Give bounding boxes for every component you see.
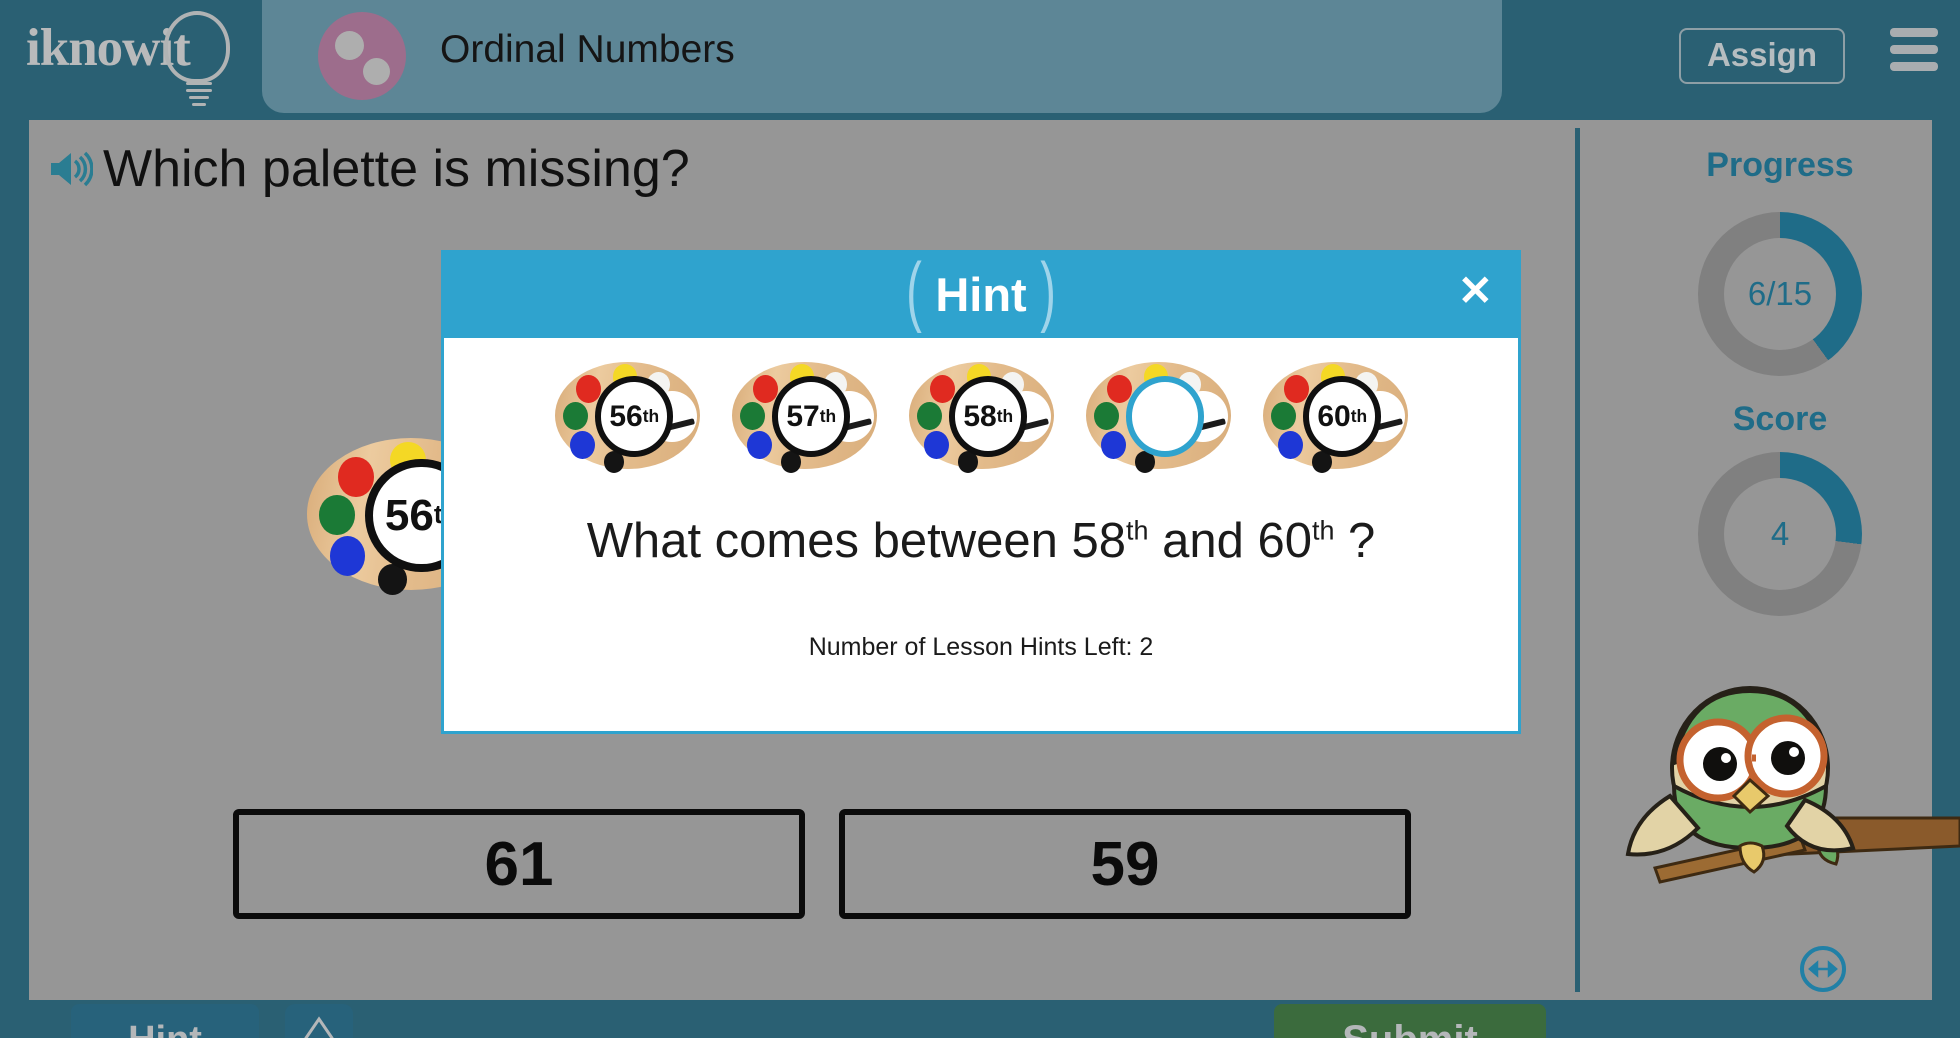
- palette-number: 56th: [595, 376, 674, 457]
- scratchpad-button[interactable]: [285, 1004, 353, 1038]
- progress-label: Progress: [1706, 146, 1854, 184]
- lesson-pill: Ordinal Numbers: [262, 0, 1502, 113]
- hamburger-menu-icon[interactable]: [1890, 28, 1938, 72]
- hint-palette-row: 56th 57th 58th 60th: [444, 348, 1518, 483]
- progress-value: 6/15: [1724, 238, 1836, 350]
- hint-palette-5: 60th: [1262, 355, 1408, 477]
- hints-left-text: Number of Lesson Hints Left: 2: [808, 633, 1154, 661]
- palette-number: 60th: [1303, 376, 1382, 457]
- question-text: Which palette is missing?: [103, 140, 690, 198]
- app-root: iknowit Ordinal Numbers Assign Which pal…: [0, 0, 1960, 1038]
- hint-modal: ( Hint ) ✕ 56th 57th 58th 60th What comes b…: [441, 250, 1521, 734]
- question-row: Which palette is missing?: [47, 134, 690, 204]
- hint-palette-1: 56th: [554, 355, 700, 477]
- close-icon[interactable]: ✕: [1458, 270, 1493, 312]
- dots-circle-icon: [318, 12, 406, 100]
- hint-question: What comes between 58th and 60th ?: [586, 514, 1376, 568]
- speaker-icon[interactable]: [47, 149, 94, 189]
- palette-number: [1126, 376, 1205, 457]
- hint-modal-title-text: Hint: [935, 267, 1027, 321]
- lightbulb-base-icon: [186, 82, 212, 106]
- owl-icon: [1600, 668, 1960, 908]
- hint-modal-header: ( Hint ) ✕: [441, 250, 1521, 338]
- answer-choice-1[interactable]: 61: [233, 809, 805, 919]
- hint-modal-title: ( Hint ): [906, 246, 1056, 334]
- progress-donut: 6/15: [1698, 212, 1862, 376]
- answer-choice-2[interactable]: 59: [839, 809, 1411, 919]
- palette-number: 58th: [949, 376, 1028, 457]
- hint-modal-body: 56th 57th 58th 60th What comes between 58th…: [444, 338, 1518, 734]
- palette-number: 57th: [772, 376, 851, 457]
- lightbulb-icon: [164, 11, 230, 83]
- assign-button[interactable]: Assign: [1678, 28, 1845, 84]
- resize-horizontal-icon[interactable]: [1800, 946, 1846, 992]
- score-donut: 4: [1698, 452, 1862, 616]
- lesson-title: Ordinal Numbers: [440, 28, 735, 71]
- score-value: 4: [1724, 478, 1836, 590]
- pencil-icon: [304, 1016, 334, 1038]
- hint-button[interactable]: Hint: [71, 1004, 259, 1038]
- hint-palette-4: [1085, 355, 1231, 477]
- sidebar-divider: [1575, 128, 1580, 992]
- hint-palette-3: 58th: [908, 355, 1054, 477]
- hint-palette-2: 57th: [731, 355, 877, 477]
- top-bar: iknowit Ordinal Numbers Assign: [0, 0, 1960, 120]
- score-label: Score: [1732, 400, 1828, 438]
- brand-logo[interactable]: iknowit: [26, 6, 241, 106]
- submit-button[interactable]: Submit: [1274, 1004, 1546, 1038]
